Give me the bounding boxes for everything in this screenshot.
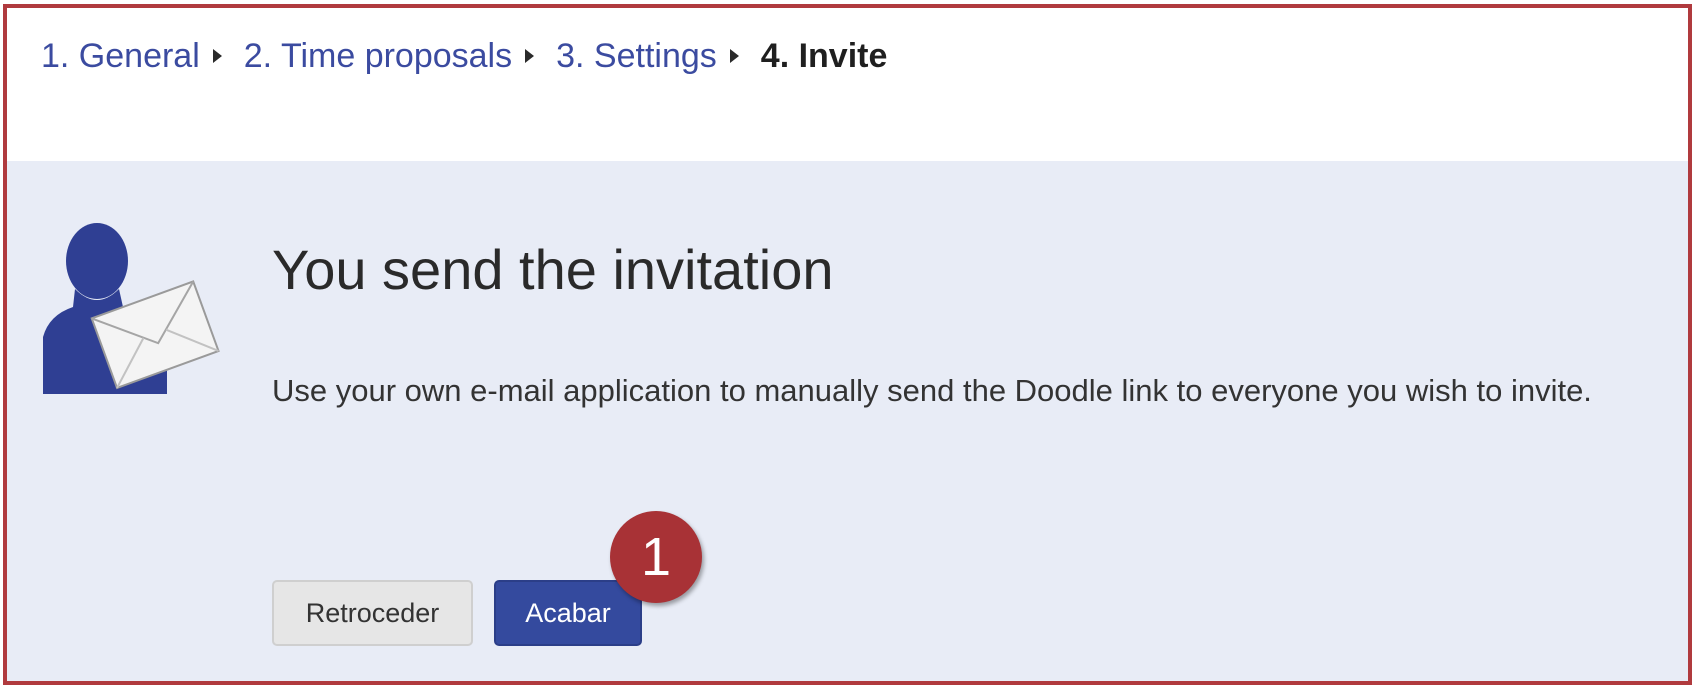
annotation-frame: 1. General 2. Time proposals 3. Settings… [3, 4, 1692, 685]
invite-description: Use your own e-mail application to manua… [272, 373, 1592, 408]
triangle-right-icon [525, 49, 535, 63]
annotation-badge: 1 [610, 511, 702, 603]
triangle-right-icon [729, 49, 739, 63]
invite-panel: You send the invitation Use your own e-m… [7, 161, 1688, 681]
breadcrumb-step-general[interactable]: 1. General [41, 37, 200, 76]
finish-button[interactable]: Acabar [494, 580, 642, 646]
person-with-envelope-icon [39, 219, 229, 397]
breadcrumb-step-invite: 4. Invite [760, 36, 888, 75]
breadcrumb-step-settings[interactable]: 3. Settings [556, 37, 717, 76]
back-button[interactable]: Retroceder [272, 580, 473, 646]
breadcrumb-step-time-proposals[interactable]: 2. Time proposals [244, 37, 512, 76]
page-title: You send the invitation [272, 238, 834, 301]
triangle-right-icon [212, 49, 222, 63]
breadcrumb: 1. General 2. Time proposals 3. Settings… [41, 34, 887, 78]
